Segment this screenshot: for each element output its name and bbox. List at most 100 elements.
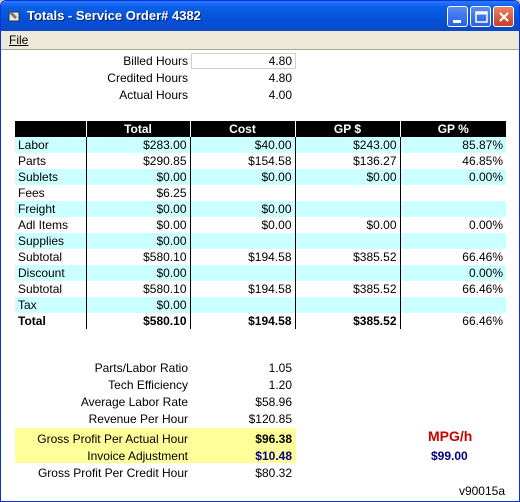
title-bar[interactable]: Totals - Service Order# 4382 — [1, 1, 519, 31]
cell-cost — [190, 185, 296, 201]
actual-hours-value: 4.00 — [268, 88, 292, 102]
close-icon — [499, 12, 509, 22]
row-label: Discount — [15, 265, 87, 281]
mpg-label: MPG/h — [428, 428, 473, 444]
cell-gp-dollar — [295, 297, 401, 313]
parts-labor-ratio-value: 1.05 — [268, 361, 292, 375]
cell-total: $0.00 — [86, 265, 191, 281]
cell-gp-dollar — [295, 185, 401, 201]
cell-gp-dollar: $243.00 — [295, 137, 401, 153]
cell-gp-percent: 0.00% — [400, 169, 506, 185]
average-labor-rate-value: $58.96 — [255, 395, 292, 409]
table-row: Tax $0.00 — [15, 297, 506, 313]
cell-cost: $40.00 — [190, 137, 296, 153]
cell-gp-percent — [400, 297, 506, 313]
cell-total: $0.00 — [86, 169, 191, 185]
table-row: Fees $6.25 — [15, 185, 506, 201]
cell-total: $580.10 — [86, 313, 191, 329]
table-row: Freight $0.00 $0.00 — [15, 201, 506, 217]
minimize-button[interactable] — [447, 6, 468, 27]
cell-gp-percent — [400, 185, 506, 201]
table-row: Labor $283.00 $40.00 $243.00 85.87% — [15, 137, 506, 153]
table-row: Sublets $0.00 $0.00 $0.00 0.00% — [15, 169, 506, 185]
invoice-adjustment-label: Invoice Adjustment — [87, 449, 188, 463]
header-category — [15, 121, 87, 137]
cell-gp-percent: 66.46% — [400, 313, 506, 329]
cell-gp-percent: 66.46% — [400, 281, 506, 297]
revenue-per-hour-value: $120.85 — [248, 412, 292, 426]
cell-total: $283.00 — [86, 137, 191, 153]
cell-total: $580.10 — [86, 249, 191, 265]
table-total-row: Total $580.10 $194.58 $385.52 66.46% — [15, 313, 506, 329]
header-gp-dollar: GP $ — [295, 121, 401, 137]
maximize-button[interactable] — [470, 6, 491, 27]
row-label: Total — [15, 313, 87, 329]
gp-per-credit-hour-value: $80.32 — [255, 466, 292, 480]
cell-cost: $154.58 — [190, 153, 296, 169]
cell-gp-percent: 46.85% — [400, 153, 506, 169]
cell-gp-percent — [400, 201, 506, 217]
gp-per-actual-hour-value: $96.38 — [255, 432, 292, 446]
cell-cost: $0.00 — [190, 169, 296, 185]
row-label: Freight — [15, 201, 87, 217]
cell-gp-dollar: $136.27 — [295, 153, 401, 169]
table-row: Subtotal $580.10 $194.58 $385.52 66.46% — [15, 249, 506, 265]
row-label: Supplies — [15, 233, 87, 249]
row-label: Labor — [15, 137, 87, 153]
table-row: Adl Items $0.00 $0.00 $0.00 0.00% — [15, 217, 506, 233]
cell-cost: $194.58 — [190, 281, 296, 297]
header-total: Total — [86, 121, 191, 137]
credited-hours-value: 4.80 — [268, 71, 292, 85]
row-label: Subtotal — [15, 281, 87, 297]
close-button[interactable] — [493, 6, 514, 27]
cell-gp-dollar: $385.52 — [295, 313, 401, 329]
cell-gp-dollar — [295, 233, 401, 249]
cell-gp-percent — [400, 233, 506, 249]
cell-total: $0.00 — [86, 233, 191, 249]
cell-gp-percent: 85.87% — [400, 137, 506, 153]
cell-cost — [190, 265, 296, 281]
row-label: Sublets — [15, 169, 87, 185]
cell-total: $580.10 — [86, 281, 191, 297]
row-label: Parts — [15, 153, 87, 169]
cell-gp-dollar: $385.52 — [295, 249, 401, 265]
content-area: Billed Hours 4.80 Credited Hours 4.80 Ac… — [1, 49, 519, 501]
version-label: v90015a — [458, 484, 505, 498]
credited-hours-label: Credited Hours — [107, 71, 188, 85]
cell-total: $0.00 — [86, 297, 191, 313]
app-icon — [8, 11, 20, 22]
row-label: Tax — [15, 297, 87, 313]
menu-file[interactable]: File — [9, 33, 28, 47]
totals-table: Total Cost GP $ GP % Labor $283.00 $40.0… — [15, 121, 506, 329]
table-header-row: Total Cost GP $ GP % — [15, 121, 506, 137]
cell-gp-dollar — [295, 201, 401, 217]
invoice-adjustment-value: $10.48 — [255, 449, 292, 463]
table-row: Supplies $0.00 — [15, 233, 506, 249]
cell-total: $6.25 — [86, 185, 191, 201]
cell-total: $0.00 — [86, 217, 191, 233]
cell-cost: $0.00 — [190, 201, 296, 217]
average-labor-rate-label: Average Labor Rate — [80, 395, 188, 409]
window-title: Totals - Service Order# 4382 — [27, 8, 201, 23]
menu-file-label: File — [9, 33, 29, 47]
cell-gp-dollar: $0.00 — [295, 217, 401, 233]
billed-hours-label: Billed Hours — [123, 54, 188, 68]
cell-gp-dollar — [295, 265, 401, 281]
billed-hours-value: 4.80 — [268, 54, 292, 68]
gp-per-credit-hour-label: Gross Profit Per Credit Hour — [37, 466, 188, 480]
cell-gp-percent: 0.00% — [400, 217, 506, 233]
cell-cost: $194.58 — [190, 249, 296, 265]
maximize-icon — [475, 11, 488, 23]
header-gp-percent: GP % — [400, 121, 506, 137]
totals-window: Totals - Service Order# 4382 File Billed… — [0, 0, 520, 502]
cell-cost: $194.58 — [190, 313, 296, 329]
table-row: Subtotal $580.10 $194.58 $385.52 66.46% — [15, 281, 506, 297]
parts-labor-ratio-label: Parts/Labor Ratio — [94, 361, 188, 375]
tech-efficiency-value: 1.20 — [268, 378, 292, 392]
cell-gp-dollar: $385.52 — [295, 281, 401, 297]
cell-cost: $0.00 — [190, 217, 296, 233]
menu-bar: File — [1, 31, 519, 49]
cell-gp-percent: 0.00% — [400, 265, 506, 281]
header-cost: Cost — [190, 121, 296, 137]
table-row: Parts $290.85 $154.58 $136.27 46.85% — [15, 153, 506, 169]
